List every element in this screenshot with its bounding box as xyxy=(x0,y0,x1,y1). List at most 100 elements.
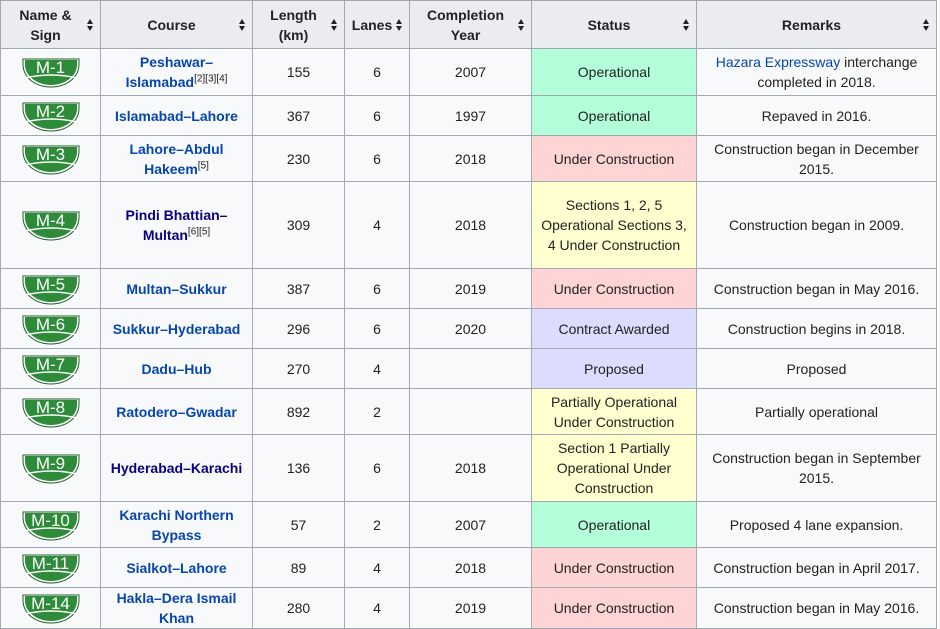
sign-label: M-3 xyxy=(35,144,66,164)
remarks-cell: Construction began in December 2015. xyxy=(696,135,937,182)
lanes-cell: 4 xyxy=(344,181,410,269)
course-link[interactable]: Dadu–Hub xyxy=(142,361,212,377)
year-cell: 2018 xyxy=(409,434,532,502)
course-link[interactable]: Islamabad–Lahore xyxy=(115,108,238,124)
course-link[interactable]: Sukkur–Hyderabad xyxy=(113,321,241,337)
header-label: Remarks xyxy=(781,16,842,33)
course-link[interactable]: Sialkot–Lahore xyxy=(126,560,226,576)
course-link[interactable]: Peshawar–Islamabad xyxy=(126,54,214,90)
remark-text: Construction began in December 2015. xyxy=(714,140,919,177)
course-link[interactable]: Lahore–Abdul Hakeem xyxy=(129,141,223,177)
course-link[interactable]: Hyderabad–Karachi xyxy=(111,460,243,476)
motorway-sign-icon[interactable]: M-4 xyxy=(22,209,80,241)
motorway-sign-icon[interactable]: M-11 xyxy=(22,552,80,584)
year-cell xyxy=(409,348,532,389)
sort-icon[interactable] xyxy=(87,18,94,31)
course-link[interactable]: Karachi Northern Bypass xyxy=(119,507,233,543)
sort-icon[interactable] xyxy=(239,18,246,31)
table-row: M-3 Lahore–Abdul Hakeem[5] 230 6 2018 Under C… xyxy=(0,135,937,182)
sign-label: M-11 xyxy=(31,553,70,573)
motorway-sign-icon[interactable]: M-5 xyxy=(22,273,80,305)
remark-text: Partially operational xyxy=(755,403,878,420)
lanes-cell: 4 xyxy=(344,587,410,629)
motorway-sign-icon[interactable]: M-7 xyxy=(22,353,80,385)
table-row: M-2 Islamabad–Lahore 367 6 1997 Operational Re… xyxy=(0,95,937,136)
motorway-sign-icon[interactable]: M-14 xyxy=(22,592,80,624)
reference-link[interactable]: [6][5] xyxy=(188,226,210,237)
sort-icon[interactable] xyxy=(396,18,403,31)
course-link[interactable]: Ratodero–Gwadar xyxy=(116,404,237,420)
course-link[interactable]: Multan–Sukkur xyxy=(126,281,226,297)
sort-icon[interactable] xyxy=(683,18,690,31)
length-cell: 367 xyxy=(252,95,345,136)
table-row: M-10 Karachi Northern Bypass 57 2 2007 Operat… xyxy=(0,501,937,548)
col-header-remarks[interactable]: Remarks xyxy=(696,0,937,49)
course-cell: Multan–Sukkur xyxy=(100,268,253,309)
status-cell: Partially Operational Under Construction xyxy=(531,388,697,435)
status-cell: Section 1 Partially Operational Under Co… xyxy=(531,434,697,502)
motorway-sign-icon[interactable]: M-2 xyxy=(22,100,80,132)
motorway-sign-icon[interactable]: M-8 xyxy=(22,396,80,428)
table-row: M-9 Hyderabad–Karachi 136 6 2018 Section 1 Pa… xyxy=(0,434,937,502)
col-header-course[interactable]: Course xyxy=(100,0,253,49)
col-header-status[interactable]: Status xyxy=(531,0,697,49)
lanes-cell: 6 xyxy=(344,434,410,502)
length-cell: 57 xyxy=(252,501,345,548)
col-header-completion-year[interactable]: Completion Year xyxy=(409,0,532,49)
remark-text: Construction began in May 2016. xyxy=(713,600,920,616)
sign-cell: M-10 xyxy=(0,501,101,548)
lanes-cell: 6 xyxy=(344,268,410,309)
table-row: M-1 Peshawar–Islamabad[2][3][4] 155 6 2007 Op… xyxy=(0,48,937,96)
remark-text: Repaved in 2016. xyxy=(761,107,872,124)
motorway-sign-icon[interactable]: M-10 xyxy=(22,509,80,541)
remarks-cell: Construction began in May 2016. xyxy=(696,587,937,629)
lanes-cell: 6 xyxy=(344,95,410,136)
remarks-cell: Proposed 4 lane expansion. xyxy=(696,501,937,548)
remarks-cell: Proposed xyxy=(696,348,937,389)
sort-icon[interactable] xyxy=(923,18,930,31)
course-cell: Karachi Northern Bypass xyxy=(100,501,253,548)
length-cell: 296 xyxy=(252,308,345,349)
year-cell: 2019 xyxy=(409,268,532,309)
remarks-cell: Hazara Expressway interchange completed … xyxy=(696,48,937,96)
header-label: Length (km) xyxy=(270,6,317,43)
sort-icon[interactable] xyxy=(518,18,525,31)
status-cell: Contract Awarded xyxy=(531,308,697,349)
remarks-cell: Construction begins in 2018. xyxy=(696,308,937,349)
sign-label: M-4 xyxy=(35,211,66,230)
sign-cell: M-8 xyxy=(0,388,101,435)
sign-cell: M-3 xyxy=(0,135,101,182)
reference-link[interactable]: [5] xyxy=(198,160,209,171)
motorway-sign-icon[interactable]: M-6 xyxy=(22,313,80,345)
sort-icon[interactable] xyxy=(331,18,338,31)
motorway-sign-icon[interactable]: M-1 xyxy=(22,56,80,88)
remark-text: Construction began in May 2016. xyxy=(713,280,920,297)
col-header-length[interactable]: Length (km) xyxy=(252,0,345,49)
col-header-name-sign[interactable]: Name & Sign xyxy=(0,0,101,49)
motorway-sign-icon[interactable]: M-3 xyxy=(22,143,80,175)
sign-label: M-1 xyxy=(35,58,66,77)
header-label: Name & Sign xyxy=(19,6,72,43)
reference-link[interactable]: [2][3][4] xyxy=(194,73,227,84)
length-cell: 309 xyxy=(252,181,345,269)
lanes-cell: 2 xyxy=(344,388,410,435)
lanes-cell: 4 xyxy=(344,348,410,389)
remark-text: Proposed xyxy=(786,360,847,377)
col-header-lanes[interactable]: Lanes xyxy=(344,0,410,49)
remark-link[interactable]: Hazara Expressway xyxy=(716,54,841,70)
remark-text: Proposed 4 lane expansion. xyxy=(729,516,904,533)
length-cell: 387 xyxy=(252,268,345,309)
course-link[interactable]: Hakla–Dera Ismail Khan xyxy=(117,590,237,626)
status-cell: Under Construction xyxy=(531,587,697,629)
status-cell: Under Construction xyxy=(531,547,697,588)
sign-label: M-8 xyxy=(35,397,66,417)
lanes-cell: 6 xyxy=(344,48,410,96)
course-cell: Hyderabad–Karachi xyxy=(100,434,253,502)
status-cell: Operational xyxy=(531,48,697,96)
course-link[interactable]: Pindi Bhattian–Multan xyxy=(126,207,228,243)
year-cell xyxy=(409,388,532,435)
course-cell: Islamabad–Lahore xyxy=(100,95,253,136)
course-cell: Sialkot–Lahore xyxy=(100,547,253,588)
remark-text: Construction began in September 2015. xyxy=(712,450,921,486)
motorway-sign-icon[interactable]: M-9 xyxy=(22,452,80,484)
